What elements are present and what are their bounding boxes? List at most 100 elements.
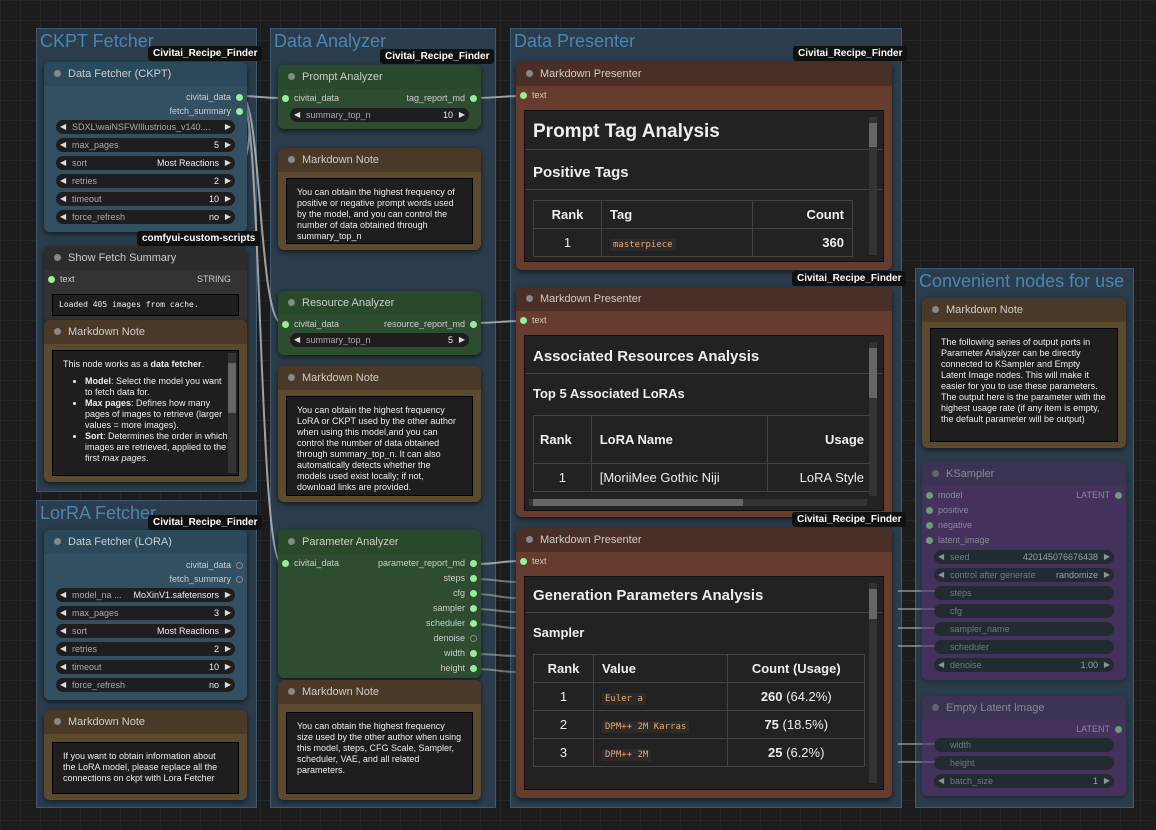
scrollbar[interactable] bbox=[228, 353, 236, 473]
ksampler-node[interactable]: KSampler model LATENT positive negative … bbox=[922, 462, 1126, 680]
arrow-left-icon[interactable]: ◀ bbox=[938, 774, 944, 788]
fetch-summary-output[interactable]: fetch_summary bbox=[169, 572, 231, 586]
text-input[interactable]: text bbox=[532, 554, 547, 568]
arrow-left-icon[interactable]: ◀ bbox=[60, 156, 66, 170]
input-dot[interactable] bbox=[282, 95, 289, 102]
output-dot[interactable] bbox=[470, 620, 477, 627]
scroll-thumb[interactable] bbox=[533, 499, 743, 506]
retries-widget[interactable]: ◀ retries 2 ▶ bbox=[56, 642, 235, 656]
seed-widget[interactable]: ◀ seed 420145076676438 ▶ bbox=[934, 550, 1114, 564]
scroll-thumb[interactable] bbox=[869, 348, 877, 398]
scrollbar[interactable] bbox=[869, 583, 877, 783]
note-content[interactable]: You can obtain the highest frequency siz… bbox=[286, 712, 473, 794]
input-dot[interactable] bbox=[926, 537, 933, 544]
arrow-left-icon[interactable]: ◀ bbox=[294, 108, 300, 122]
latent-output[interactable]: LATENT bbox=[1076, 488, 1110, 502]
markdown-presenter-parameters[interactable]: Markdown Presenter text Generation Param… bbox=[516, 528, 892, 798]
note-content[interactable]: If you want to obtain information about … bbox=[52, 742, 239, 794]
data-fetcher-lora-node[interactable]: Data Fetcher (LORA) civitai_data fetch_s… bbox=[44, 530, 247, 700]
arrow-left-icon[interactable]: ◀ bbox=[938, 658, 944, 672]
arrow-left-icon[interactable]: ◀ bbox=[60, 642, 66, 656]
civitai-data-input[interactable]: civitai_data bbox=[294, 317, 339, 331]
civitai-data-output[interactable]: civitai_data bbox=[186, 90, 231, 104]
input-dot[interactable] bbox=[520, 92, 527, 99]
sampler-output[interactable]: sampler bbox=[433, 601, 465, 615]
batch-size-widget[interactable]: ◀ batch_size 1 ▶ bbox=[934, 774, 1114, 788]
resource-report-output[interactable]: resource_report_md bbox=[384, 317, 465, 331]
force-refresh-widget[interactable]: ◀ force_refresh no ▶ bbox=[56, 678, 235, 692]
show-fetch-summary-node[interactable]: Show Fetch Summary text STRING Loaded 40… bbox=[44, 246, 247, 324]
output-dot[interactable] bbox=[470, 575, 477, 582]
prompt-analyzer-node[interactable]: Prompt Analyzer civitai_data tag_report_… bbox=[278, 65, 481, 129]
height-widget[interactable]: height bbox=[934, 756, 1114, 770]
denoise-widget[interactable]: ◀ denoise 1.00 ▶ bbox=[934, 658, 1114, 672]
summary-text[interactable]: Loaded 405 images from cache. bbox=[52, 294, 239, 316]
fetch-summary-output[interactable]: fetch_summary bbox=[169, 104, 231, 118]
latent-output[interactable]: LATENT bbox=[1076, 722, 1110, 736]
arrow-right-icon[interactable]: ▶ bbox=[225, 138, 231, 152]
arrow-right-icon[interactable]: ▶ bbox=[225, 120, 231, 134]
markdown-note-ckpt[interactable]: Markdown Note This node works as a data … bbox=[44, 320, 247, 482]
markdown-note-convenient[interactable]: Markdown Note The following series of ou… bbox=[922, 298, 1126, 448]
arrow-right-icon[interactable]: ▶ bbox=[225, 642, 231, 656]
markdown-note-prompt[interactable]: Markdown Note You can obtain the highest… bbox=[278, 148, 481, 250]
summary-top-n-widget[interactable]: ◀ summary_top_n 5 ▶ bbox=[290, 333, 469, 347]
arrow-left-icon[interactable]: ◀ bbox=[60, 660, 66, 674]
arrow-right-icon[interactable]: ▶ bbox=[1104, 550, 1110, 564]
arrow-right-icon[interactable]: ▶ bbox=[459, 108, 465, 122]
markdown-view[interactable]: Prompt Tag Analysis Positive Tags Rank Ta… bbox=[524, 110, 884, 262]
scrollbar[interactable] bbox=[869, 342, 877, 496]
scheduler-widget[interactable]: scheduler bbox=[934, 640, 1114, 654]
arrow-right-icon[interactable]: ▶ bbox=[225, 660, 231, 674]
scroll-thumb[interactable] bbox=[228, 363, 236, 413]
node-title[interactable]: Markdown Presenter bbox=[516, 287, 892, 311]
negative-input[interactable]: negative bbox=[938, 518, 972, 532]
data-fetcher-ckpt-node[interactable]: Data Fetcher (CKPT) civitai_data fetch_s… bbox=[44, 62, 247, 232]
width-output[interactable]: width bbox=[444, 646, 465, 660]
arrow-left-icon[interactable]: ◀ bbox=[60, 588, 66, 602]
input-dot[interactable] bbox=[926, 492, 933, 499]
arrow-left-icon[interactable]: ◀ bbox=[60, 192, 66, 206]
output-dot[interactable] bbox=[470, 605, 477, 612]
summary-top-n-widget[interactable]: ◀ summary_top_n 10 ▶ bbox=[290, 108, 469, 122]
denoise-output[interactable]: denoise bbox=[433, 631, 465, 645]
output-dot[interactable] bbox=[470, 635, 477, 642]
positive-input[interactable]: positive bbox=[938, 503, 969, 517]
arrow-right-icon[interactable]: ▶ bbox=[459, 333, 465, 347]
node-title[interactable]: Markdown Presenter bbox=[516, 528, 892, 552]
input-dot[interactable] bbox=[520, 317, 527, 324]
output-dot[interactable] bbox=[470, 321, 477, 328]
resource-analyzer-node[interactable]: Resource Analyzer civitai_data resource_… bbox=[278, 291, 481, 355]
note-content[interactable]: You can obtain the highest frequency of … bbox=[286, 178, 473, 244]
arrow-left-icon[interactable]: ◀ bbox=[938, 568, 944, 582]
cfg-output[interactable]: cfg bbox=[453, 586, 465, 600]
force-refresh-widget[interactable]: ◀ force_refresh no ▶ bbox=[56, 210, 235, 224]
node-title[interactable]: Prompt Analyzer bbox=[278, 65, 481, 89]
control-after-generate-widget[interactable]: ◀ control after generate randomize ▶ bbox=[934, 568, 1114, 582]
markdown-presenter-tags[interactable]: Markdown Presenter text Prompt Tag Analy… bbox=[516, 62, 892, 270]
arrow-left-icon[interactable]: ◀ bbox=[60, 174, 66, 188]
retries-widget[interactable]: ◀ retries 2 ▶ bbox=[56, 174, 235, 188]
sort-widget[interactable]: ◀ sort Most Reactions ▶ bbox=[56, 156, 235, 170]
node-title[interactable]: KSampler bbox=[922, 462, 1126, 486]
markdown-note-parameter[interactable]: Markdown Note You can obtain the highest… bbox=[278, 680, 481, 800]
max-pages-widget[interactable]: ◀ max_pages 5 ▶ bbox=[56, 138, 235, 152]
output-dot[interactable] bbox=[470, 650, 477, 657]
civitai-data-input[interactable]: civitai_data bbox=[294, 91, 339, 105]
steps-output[interactable]: steps bbox=[443, 571, 465, 585]
output-dot[interactable] bbox=[470, 560, 477, 567]
arrow-right-icon[interactable]: ▶ bbox=[1104, 774, 1110, 788]
input-dot[interactable] bbox=[282, 560, 289, 567]
markdown-view[interactable]: Generation Parameters Analysis Sampler R… bbox=[524, 576, 884, 790]
markdown-view[interactable]: Associated Resources Analysis Top 5 Asso… bbox=[524, 335, 884, 511]
max-pages-widget[interactable]: ◀ max_pages 3 ▶ bbox=[56, 606, 235, 620]
input-dot[interactable] bbox=[926, 522, 933, 529]
height-output[interactable]: height bbox=[440, 661, 465, 675]
note-content[interactable]: This node works as a data fetcher. Model… bbox=[52, 350, 239, 476]
output-dot[interactable] bbox=[1115, 492, 1122, 499]
sampler-name-widget[interactable]: sampler_name bbox=[934, 622, 1114, 636]
output-dot[interactable] bbox=[470, 95, 477, 102]
steps-widget[interactable]: steps bbox=[934, 586, 1114, 600]
arrow-right-icon[interactable]: ▶ bbox=[225, 606, 231, 620]
arrow-left-icon[interactable]: ◀ bbox=[60, 678, 66, 692]
